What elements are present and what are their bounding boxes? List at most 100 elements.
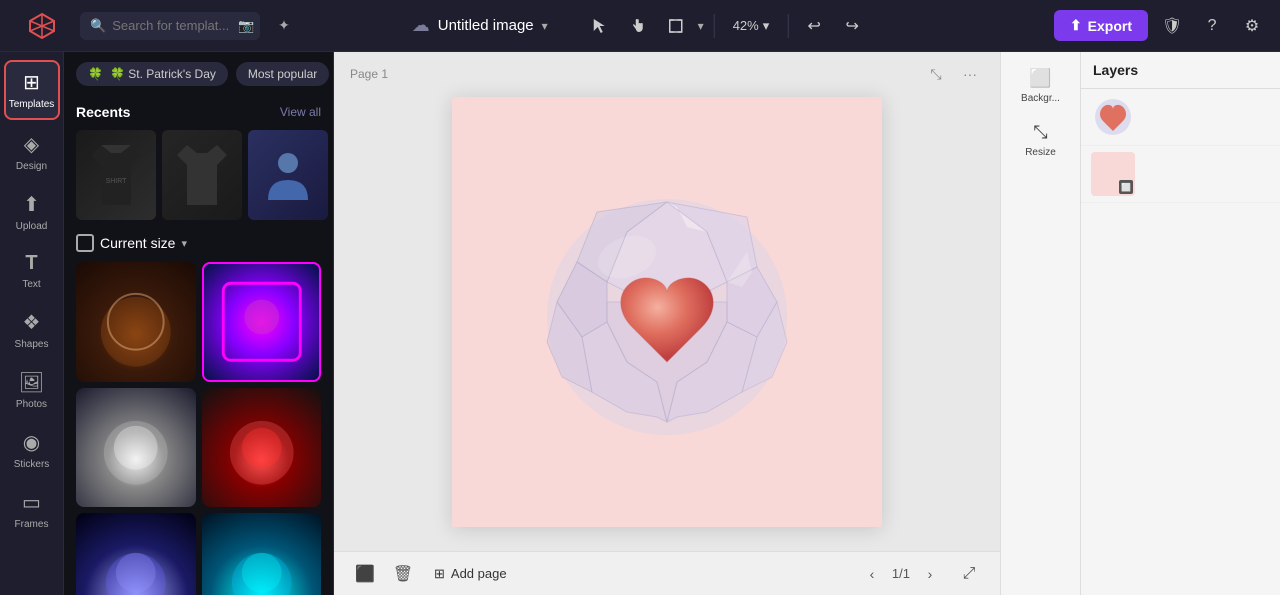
image-search-icon[interactable]: 📷	[238, 18, 254, 34]
sidebar-item-design[interactable]: ◈ Design	[4, 124, 60, 180]
template-item-5[interactable]	[76, 513, 196, 595]
next-page-button[interactable]: ›	[918, 562, 942, 586]
settings-button[interactable]: ⚙	[1236, 10, 1268, 42]
sidebar-item-label: Shapes	[15, 339, 49, 350]
template-item-6[interactable]	[202, 513, 322, 595]
canvas-viewport[interactable]	[334, 52, 1000, 551]
right-panel: ⬜ Backgr... ⤡ Resize	[1000, 52, 1080, 595]
hand-tool-button[interactable]	[622, 10, 654, 42]
stickers-icon: ◉	[23, 430, 40, 455]
sidebar-item-label: Photos	[16, 399, 47, 410]
layer-item-1[interactable]	[1081, 89, 1280, 146]
sidebar-item-photos[interactable]: 🖼 Photos	[4, 362, 60, 418]
current-size-selector[interactable]: Current size ▾	[76, 234, 187, 252]
topbar-right: ⬆ Export 🛡 ? ⚙	[1054, 10, 1268, 42]
fullscreen-button[interactable]: ⤢	[954, 559, 984, 589]
resize-tool-button[interactable]: ⤡ Resize	[1007, 114, 1075, 166]
layer-item-2[interactable]: ⬜	[1081, 146, 1280, 203]
templates-panel: 🍀 🍀 St. Patrick's Day Most popular Recen…	[64, 52, 334, 595]
sidebar-item-label: Design	[16, 161, 47, 172]
zoom-value: 42%	[733, 18, 759, 33]
search-input[interactable]	[112, 18, 232, 33]
view-all-button[interactable]: View all	[280, 105, 321, 119]
topbar: 🔍 📷 ✦ ☁ Untitled image ▾	[0, 0, 1280, 52]
present-button[interactable]: ⬛	[350, 559, 380, 589]
panel-scroll[interactable]: Recents View all SHIRT	[64, 96, 333, 595]
frames-icon: ▭	[22, 490, 41, 515]
background-tool-icon: ⬜	[1029, 68, 1051, 89]
delete-page-button[interactable]: 🗑	[388, 559, 418, 589]
export-button[interactable]: ⬆ Export	[1054, 10, 1148, 41]
cloud-icon: ☁	[412, 15, 430, 36]
template-item-3[interactable]	[76, 388, 196, 508]
tag-label: 🍀 St. Patrick's Day	[110, 67, 216, 81]
bottom-bar: ⬛ 🗑 ⊞ Add page ‹ 1/1 › ⤢	[334, 551, 1000, 595]
canvas-document	[452, 97, 882, 527]
canvas-more-button[interactable]: ···	[956, 60, 984, 88]
recents-section-header: Recents View all	[76, 104, 321, 120]
doc-title: Untitled image	[438, 17, 534, 34]
sidebar-item-upload[interactable]: ⬆ Upload	[4, 184, 60, 240]
template-item-2[interactable]	[202, 262, 322, 382]
layer-thumb-2: ⬜	[1091, 152, 1135, 196]
sidebar-item-text[interactable]: T Text	[4, 244, 60, 298]
export-icon: ⬆	[1070, 17, 1082, 34]
redo-button[interactable]: ↪	[836, 10, 868, 42]
design-icon: ◈	[24, 132, 39, 157]
recent-thumb-2[interactable]	[162, 130, 242, 220]
sidebar-item-stickers[interactable]: ◉ Stickers	[4, 422, 60, 478]
template-item-1[interactable]	[76, 262, 196, 382]
canvas-area: Page 1 ⤡ ···	[334, 52, 1000, 595]
layers-panel: Layers ⬜	[1080, 52, 1280, 595]
recents-row: SHIRT	[76, 130, 321, 220]
background-tool-label: Backgr...	[1021, 93, 1060, 104]
resize-canvas-button[interactable]	[660, 10, 692, 42]
canvas-header: Page 1 ⤡ ···	[334, 52, 1000, 96]
tag-most-popular[interactable]: Most popular	[236, 62, 329, 86]
export-label: Export	[1088, 18, 1132, 34]
prev-page-button[interactable]: ‹	[860, 562, 884, 586]
main-layout: ⊞ Templates ◈ Design ⬆ Upload T Text ❖ S…	[0, 52, 1280, 595]
panel-tags: 🍀 🍀 St. Patrick's Day Most popular	[64, 52, 333, 96]
layer-thumb-1	[1091, 95, 1135, 139]
help-button[interactable]: ?	[1196, 10, 1228, 42]
sidebar-item-label: Text	[22, 279, 40, 290]
sidebar-icons: ⊞ Templates ◈ Design ⬆ Upload T Text ❖ S…	[0, 52, 64, 595]
shapes-icon: ❖	[23, 310, 41, 335]
tag-label: Most popular	[248, 67, 317, 81]
sidebar-item-shapes[interactable]: ❖ Shapes	[4, 302, 60, 358]
toolbar-tools: ▾ 42% ▾ ↩ ↪	[584, 10, 869, 42]
templates-icon: ⊞	[23, 70, 40, 95]
sidebar-item-frames[interactable]: ▭ Frames	[4, 482, 60, 538]
logo-area	[12, 10, 72, 42]
sidebar-item-label: Upload	[16, 221, 48, 232]
undo-button[interactable]: ↩	[798, 10, 830, 42]
tag-st-patricks[interactable]: 🍀 🍀 St. Patrick's Day	[76, 62, 228, 86]
add-page-button[interactable]: ⊞ Add page	[426, 562, 515, 586]
layer-badge: ⬜	[1119, 180, 1133, 194]
shield-icon[interactable]: 🛡	[1156, 10, 1188, 42]
page-number: 1/1	[892, 566, 910, 581]
topbar-center: ☁ Untitled image ▾ ▾ 42% ▾	[412, 10, 869, 42]
background-tool-button[interactable]: ⬜ Backgr...	[1007, 60, 1075, 112]
search-icon: 🔍	[90, 18, 106, 34]
template-item-4[interactable]	[202, 388, 322, 508]
photos-icon: 🖼	[19, 370, 44, 395]
ai-tools-button[interactable]: ✦	[268, 10, 300, 42]
logo-icon[interactable]	[26, 10, 58, 42]
zoom-chevron-icon: ▾	[763, 18, 770, 34]
recent-thumb-1[interactable]: SHIRT	[76, 130, 156, 220]
resize-tool-icon: ⤡	[1033, 122, 1047, 143]
zoom-level-button[interactable]: 42% ▾	[725, 14, 778, 38]
select-tool-button[interactable]	[584, 10, 616, 42]
svg-text:SHIRT: SHIRT	[106, 178, 128, 185]
add-page-label: Add page	[451, 566, 507, 581]
doc-title-chevron[interactable]: ▾	[542, 19, 548, 33]
template-grid	[76, 262, 321, 595]
recent-thumb-3[interactable]	[248, 130, 328, 220]
canvas-expand-button[interactable]: ⤡	[922, 60, 950, 88]
sidebar-item-templates[interactable]: ⊞ Templates	[4, 60, 60, 120]
layers-title: Layers	[1081, 52, 1280, 89]
pagination: ‹ 1/1 ›	[860, 562, 942, 586]
current-size-label: Current size	[100, 235, 175, 251]
